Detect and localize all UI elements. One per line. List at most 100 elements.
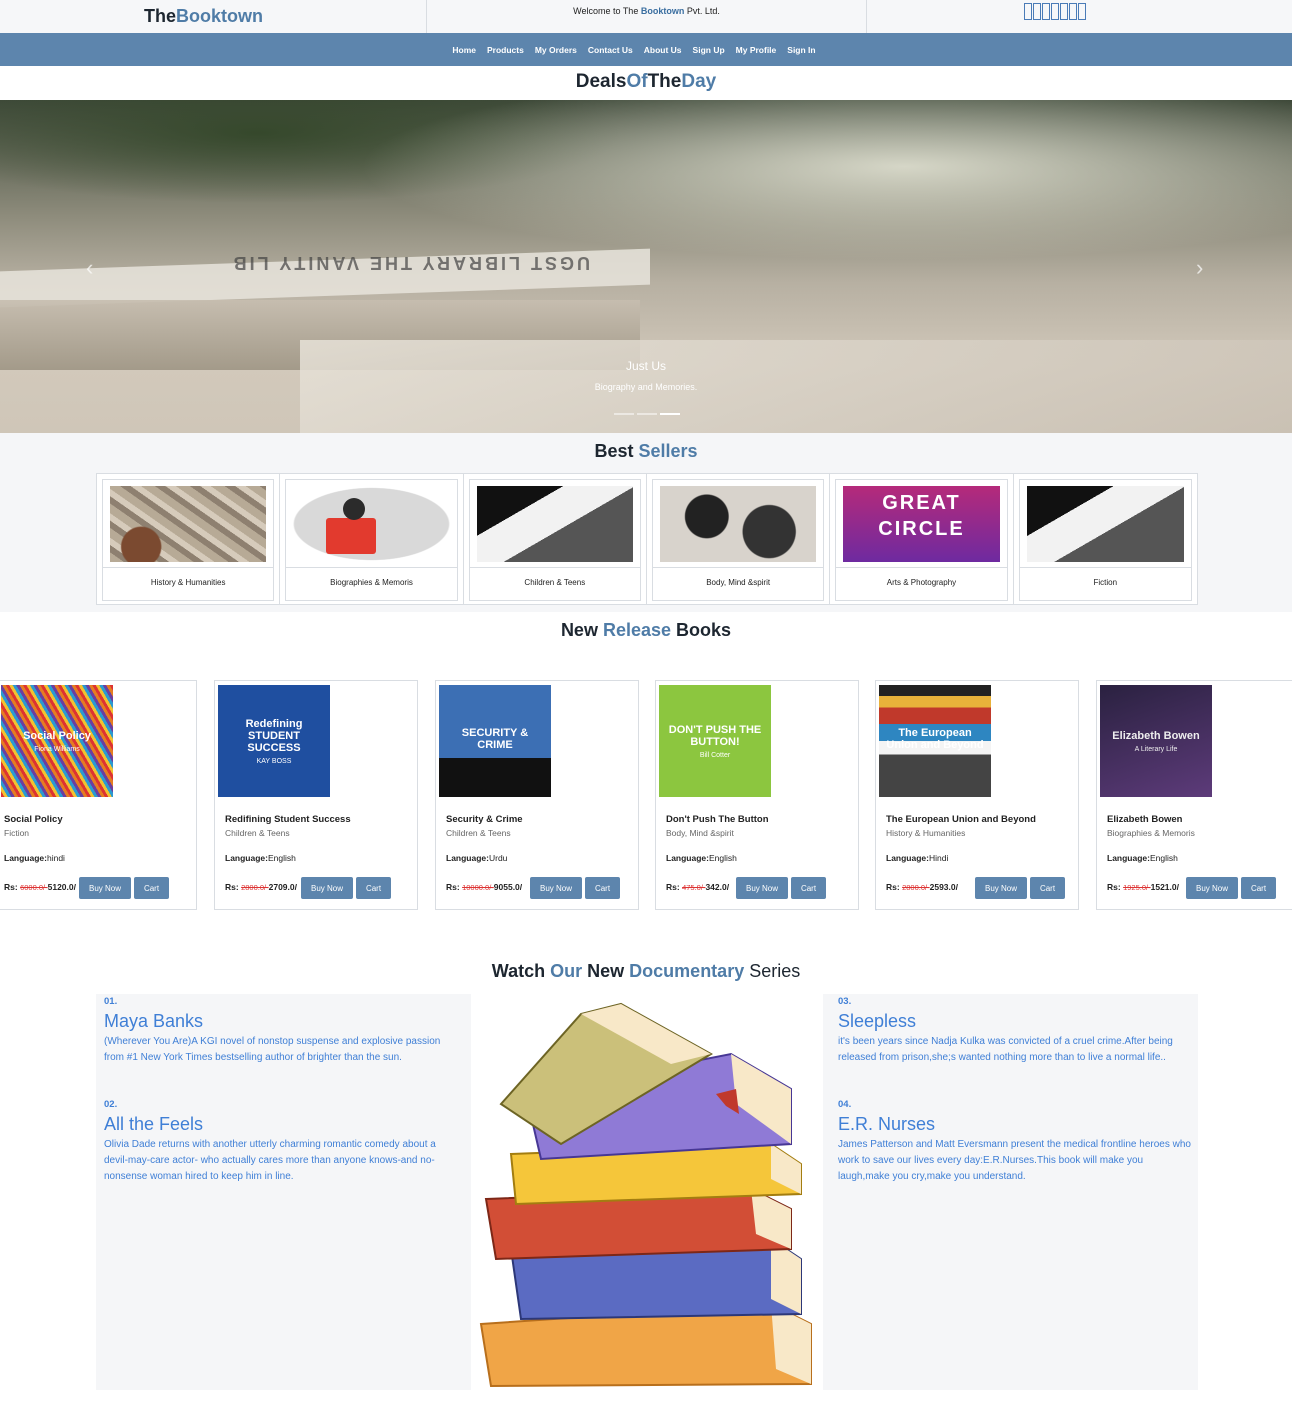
carousel-next-icon[interactable]: ›: [1196, 255, 1203, 281]
book-title[interactable]: Elizabeth Bowen: [1107, 814, 1182, 825]
carousel-prev-icon[interactable]: ‹: [86, 255, 93, 281]
category-card[interactable]: Fiction: [1014, 474, 1197, 604]
documentary-item-title[interactable]: E.R. Nurses: [838, 1114, 1193, 1135]
language-value: Urdu: [488, 853, 508, 863]
documentary-title-1: Watch: [491, 961, 546, 981]
cart-button[interactable]: Cart: [791, 877, 826, 899]
book-category: Body, Mind &spirit: [666, 828, 734, 838]
category-image: [1026, 486, 1184, 562]
buy-now-button[interactable]: Buy Now: [79, 877, 131, 899]
book-stack-illustration: [479, 1002, 812, 1388]
category-card[interactable]: Children & Teens: [464, 474, 647, 604]
current-price: 5120.0/: [47, 882, 76, 892]
category-card[interactable]: GREAT CIRCLE Arts & Photography: [830, 474, 1014, 604]
book-card[interactable]: SECURITY & CRIME Security & Crime Children…: [435, 680, 639, 910]
documentary-item[interactable]: 01. Maya Banks (Wherever You Are)A KGI n…: [104, 996, 459, 1066]
instagram-icon[interactable]: [1042, 3, 1050, 20]
documentary-item-title[interactable]: All the Feels: [104, 1114, 459, 1135]
book-cover[interactable]: Elizabeth Bowen A Literary Life: [1100, 685, 1212, 797]
documentary-title-4: Documentary: [629, 961, 745, 981]
hero-carousel[interactable]: UGST LIBRARY THE VANITY LIB ‹ › Just Us …: [0, 100, 1292, 433]
book-card[interactable]: Redefining STUDENT SUCCESS KAY BOSS Redifi…: [214, 680, 418, 910]
book-title[interactable]: Security & Crime: [446, 814, 523, 825]
cart-button[interactable]: Cart: [134, 877, 169, 899]
book-card[interactable]: Social Policy Fiona Williams Social Policy…: [0, 680, 197, 910]
documentary-item[interactable]: 04. E.R. Nurses James Patterson and Matt…: [838, 1099, 1193, 1185]
book-card[interactable]: Elizabeth Bowen A Literary Life Elizabeth …: [1096, 680, 1292, 910]
book-language: Language:English: [666, 853, 737, 863]
cart-button[interactable]: Cart: [1030, 877, 1065, 899]
book-cover[interactable]: Social Policy Fiona Williams: [1, 685, 113, 797]
book-title[interactable]: Social Policy: [4, 814, 63, 825]
category-card[interactable]: Biographies & Memoris: [280, 474, 464, 604]
facebook-icon[interactable]: [1024, 3, 1032, 20]
language-value: Hindi: [928, 853, 949, 863]
buy-now-button[interactable]: Buy Now: [975, 877, 1027, 899]
book-card[interactable]: The European Union and Beyond The Europea…: [875, 680, 1079, 910]
nav-contact-us[interactable]: Contact Us: [588, 45, 633, 55]
cart-button[interactable]: Cart: [356, 877, 391, 899]
currency-label: Rs:: [1107, 882, 1121, 892]
new-release-title-3: Books: [676, 620, 732, 640]
book-title[interactable]: The European Union and Beyond: [886, 814, 1036, 825]
carousel-indicator[interactable]: [614, 413, 634, 415]
old-price: 2800.0/-: [902, 883, 930, 892]
linkedin-icon[interactable]: [1051, 3, 1059, 20]
book-cover[interactable]: Redefining STUDENT SUCCESS KAY BOSS: [218, 685, 330, 797]
buy-now-button[interactable]: Buy Now: [1186, 877, 1238, 899]
brand-prefix: The: [144, 6, 177, 26]
cart-button[interactable]: Cart: [585, 877, 620, 899]
book-cover[interactable]: SECURITY & CRIME: [439, 685, 551, 797]
deals-title-3: The: [647, 71, 682, 92]
book-cover-subtext: Fiona Williams: [34, 745, 80, 753]
nav-about-us[interactable]: About Us: [644, 45, 682, 55]
youtube-icon[interactable]: [1060, 3, 1068, 20]
brand-logo[interactable]: TheBooktown: [144, 6, 263, 27]
nav-home[interactable]: Home: [452, 45, 476, 55]
documentary-item-title[interactable]: Maya Banks: [104, 1011, 459, 1032]
buy-now-button[interactable]: Buy Now: [736, 877, 788, 899]
pinterest-icon[interactable]: [1069, 3, 1077, 20]
category-card[interactable]: History & Humanities: [97, 474, 281, 604]
book-title[interactable]: Redifining Student Success: [225, 814, 351, 825]
social-cell: [867, 0, 1292, 33]
documentary-number: 01.: [104, 996, 118, 1007]
current-price: 2709.0/: [268, 882, 297, 892]
hero-caption-title: Just Us: [625, 359, 666, 373]
new-release-title-2: Release: [602, 620, 672, 640]
nav-my-orders[interactable]: My Orders: [535, 45, 577, 55]
category-card[interactable]: Body, Mind &spirit: [647, 474, 831, 604]
currency-label: Rs:: [225, 882, 239, 892]
documentary-item[interactable]: 02. All the Feels Olivia Dade returns wi…: [104, 1099, 459, 1185]
category-label: Body, Mind &spirit: [706, 578, 771, 587]
book-cover[interactable]: DON'T PUSH THE BUTTON! Bill Cotter: [659, 685, 771, 797]
email-icon[interactable]: [1078, 3, 1086, 20]
documentary-item[interactable]: 03. Sleepless it's been years since Nadj…: [838, 996, 1193, 1066]
book-cover[interactable]: The European Union and Beyond: [879, 685, 991, 797]
best-sellers-title-1: Best: [594, 441, 634, 461]
book-cover-subtext: Bill Cotter: [699, 751, 731, 759]
book-card[interactable]: DON'T PUSH THE BUTTON! Bill Cotter Don't P…: [655, 680, 859, 910]
book-cover-subtext: A Literary Life: [1134, 745, 1178, 753]
book-title[interactable]: Don't Push The Button: [666, 814, 769, 825]
documentary-item-title[interactable]: Sleepless: [838, 1011, 1193, 1032]
language-value: hindi: [46, 853, 65, 863]
nav-sign-up[interactable]: Sign Up: [693, 45, 725, 55]
nav-my-profile[interactable]: My Profile: [736, 45, 777, 55]
buy-now-button[interactable]: Buy Now: [530, 877, 582, 899]
carousel-indicator[interactable]: [637, 413, 657, 415]
nav-products[interactable]: Products: [487, 45, 524, 55]
cart-button[interactable]: Cart: [1241, 877, 1276, 899]
nav-sign-in[interactable]: Sign In: [787, 45, 815, 55]
deals-title-1: Deals: [575, 71, 627, 92]
book-price: Rs: 2800.0/-2593.0/: [886, 882, 958, 892]
old-price: 475.0/-: [682, 883, 706, 892]
category-image: GREAT CIRCLE: [843, 486, 1000, 562]
welcome-accent: Booktown: [640, 6, 685, 16]
carousel-indicator-active[interactable]: [660, 413, 680, 415]
welcome-suffix: Pvt. Ltd.: [684, 6, 720, 16]
twitter-icon[interactable]: [1033, 3, 1041, 20]
buy-now-button[interactable]: Buy Now: [301, 877, 353, 899]
book-cover-text: SECURITY & CRIME: [461, 727, 529, 751]
documentary-title-3: New: [587, 961, 625, 981]
